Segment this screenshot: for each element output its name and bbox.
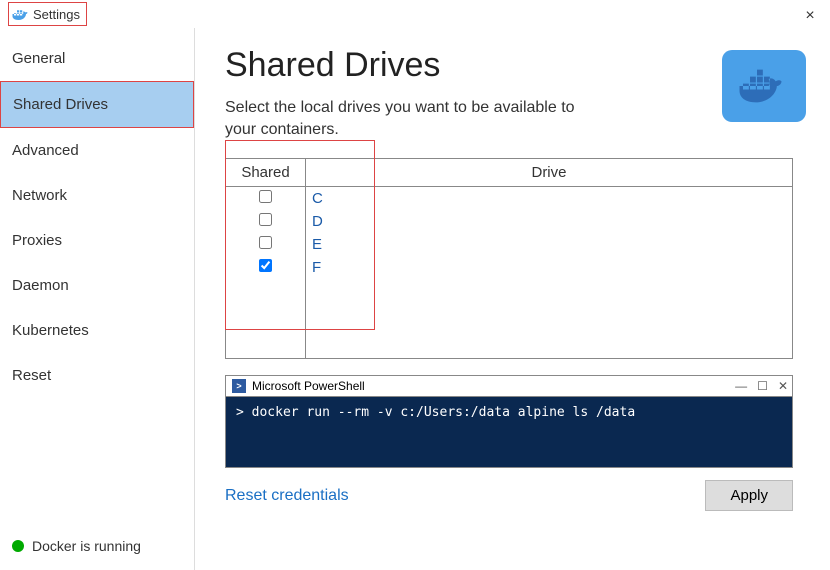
drive-label: E bbox=[306, 233, 793, 256]
close-icon[interactable]: ✕ bbox=[778, 379, 788, 393]
drive-checkbox-e[interactable] bbox=[259, 236, 272, 249]
table-header-drive: Drive bbox=[306, 159, 793, 187]
sidebar: General Shared Drives Advanced Network P… bbox=[0, 28, 195, 570]
drive-checkbox-f[interactable] bbox=[259, 259, 272, 272]
powershell-window: > Microsoft PowerShell — ☐ ✕ > docker ru… bbox=[225, 375, 793, 468]
powershell-titlebar: > Microsoft PowerShell — ☐ ✕ bbox=[226, 376, 792, 397]
maximize-icon[interactable]: ☐ bbox=[757, 379, 768, 393]
drive-label: F bbox=[306, 256, 793, 359]
main-panel: Shared Drives Select the local drives yo… bbox=[195, 28, 830, 570]
powershell-title: Microsoft PowerShell bbox=[252, 379, 365, 393]
titlebar-left: Settings bbox=[8, 2, 87, 26]
table-row: D bbox=[226, 210, 793, 233]
minimize-icon[interactable]: — bbox=[735, 379, 747, 393]
sidebar-item-network[interactable]: Network bbox=[0, 173, 194, 218]
window-titlebar: Settings × bbox=[0, 0, 830, 28]
powershell-body: > docker run --rm -v c:/Users:/data alpi… bbox=[226, 397, 792, 467]
docker-icon bbox=[11, 5, 29, 23]
powershell-window-controls: — ☐ ✕ bbox=[735, 379, 788, 393]
table-row: E bbox=[226, 233, 793, 256]
sidebar-item-advanced[interactable]: Advanced bbox=[0, 128, 194, 173]
window-title: Settings bbox=[33, 7, 80, 22]
docker-whale-icon bbox=[722, 50, 806, 122]
table-row: F bbox=[226, 256, 793, 359]
apply-button[interactable]: Apply bbox=[705, 480, 793, 511]
drives-table: Shared Drive C D E bbox=[225, 158, 793, 359]
sidebar-item-reset[interactable]: Reset bbox=[0, 353, 194, 398]
drive-checkbox-d[interactable] bbox=[259, 213, 272, 226]
powershell-icon: > bbox=[232, 379, 246, 393]
page-description: Select the local drives you want to be a… bbox=[225, 97, 585, 140]
status-label: Docker is running bbox=[32, 538, 141, 554]
status-dot-icon bbox=[12, 540, 24, 552]
drive-label: D bbox=[306, 210, 793, 233]
status-row: Docker is running bbox=[0, 524, 194, 570]
reset-credentials-link[interactable]: Reset credentials bbox=[225, 487, 349, 505]
sidebar-item-kubernetes[interactable]: Kubernetes bbox=[0, 308, 194, 353]
page-title: Shared Drives bbox=[225, 46, 585, 85]
table-header-shared: Shared bbox=[226, 159, 306, 187]
sidebar-item-shared-drives[interactable]: Shared Drives bbox=[0, 81, 194, 128]
sidebar-item-proxies[interactable]: Proxies bbox=[0, 218, 194, 263]
sidebar-item-daemon[interactable]: Daemon bbox=[0, 263, 194, 308]
drive-label: C bbox=[306, 187, 793, 211]
sidebar-item-general[interactable]: General bbox=[0, 36, 194, 81]
table-row: C bbox=[226, 187, 793, 211]
close-button[interactable]: × bbox=[800, 6, 820, 26]
drive-checkbox-c[interactable] bbox=[259, 190, 272, 203]
